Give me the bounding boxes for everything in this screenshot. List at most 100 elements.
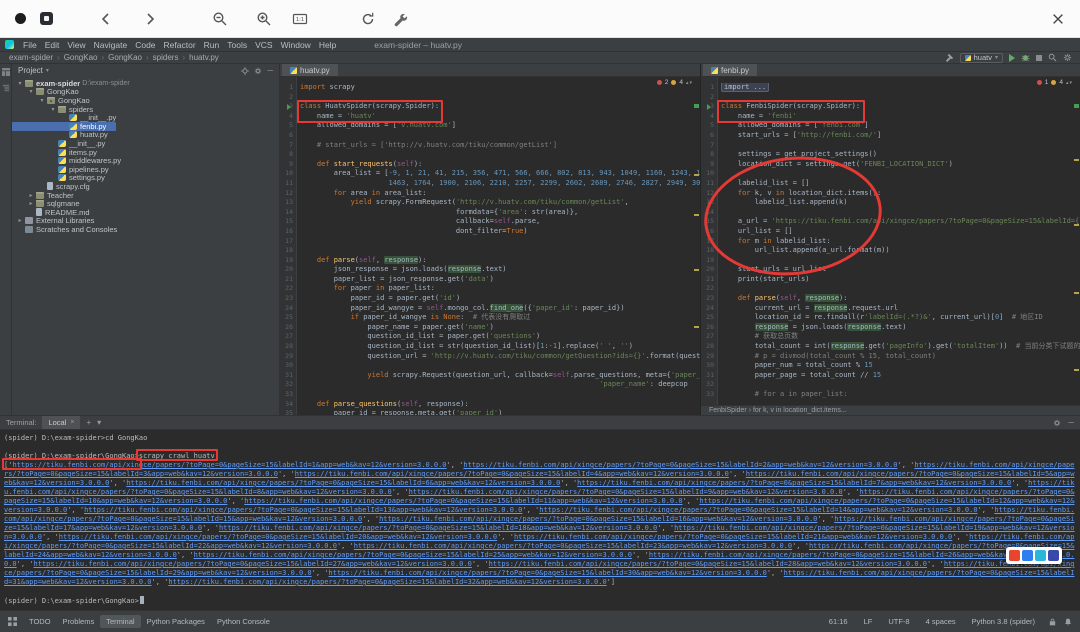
terminal-output-area[interactable]: (spider) D:\exam-spider>cd GongKao (spid… xyxy=(0,430,1080,610)
debug-bug-icon[interactable] xyxy=(1021,53,1030,62)
scroll-mark[interactable] xyxy=(1074,224,1079,226)
structure-tool-icon[interactable] xyxy=(2,84,10,92)
record-dot-icon[interactable] xyxy=(10,9,30,29)
tree-expand-icon[interactable]: ▸ xyxy=(27,200,35,207)
minimize-icon[interactable]: ─ xyxy=(1068,419,1074,427)
back-arrow-icon[interactable] xyxy=(96,9,116,29)
scroll-mark[interactable] xyxy=(1074,292,1079,294)
tree-item[interactable]: ▸sqlgmane xyxy=(12,199,90,208)
breadcrumb-item[interactable]: spiders xyxy=(152,53,180,62)
statusbar-terminal[interactable]: Terminal xyxy=(100,615,140,628)
inspection-widget-right[interactable]: 1 4 ▴▾ xyxy=(1037,79,1073,86)
stop-button[interactable] xyxy=(1036,55,1042,61)
tree-expand-icon[interactable]: ▾ xyxy=(16,80,24,87)
status-lf[interactable]: LF xyxy=(858,615,879,628)
zoom-in-icon[interactable] xyxy=(254,9,274,29)
menu-item-view[interactable]: View xyxy=(63,40,89,50)
terminal-url-link[interactable]: https://tiku.fenbi.com/api/xingce/papers… xyxy=(84,506,522,514)
scroll-mark[interactable] xyxy=(694,269,699,271)
terminal-url-link[interactable]: https://tiku.fenbi.com/api/xingce/papers… xyxy=(34,560,472,568)
terminal-url-link[interactable]: https://tiku.fenbi.com/api/xingce/papers… xyxy=(244,497,682,505)
tree-expand-icon[interactable]: ▸ xyxy=(16,217,24,224)
tree-item[interactable]: scrapy.cfg xyxy=(12,182,100,191)
terminal-session-tab[interactable]: Local × xyxy=(42,416,80,429)
run-configuration-select[interactable]: huatv ▾ xyxy=(960,53,1003,63)
tree-item[interactable]: huatv.py xyxy=(12,131,118,140)
tree-item[interactable]: README.md xyxy=(12,208,100,217)
terminal-url-link[interactable]: https://tiku.fenbi.com/api/xingce/papers… xyxy=(329,569,767,577)
chevron-icons[interactable]: ▴▾ xyxy=(1066,80,1073,86)
terminal-url-link[interactable]: https://tiku.fenbi.com/api/xingce/papers… xyxy=(126,479,560,487)
tree-item[interactable]: settings.py xyxy=(12,174,115,183)
project-panel-title[interactable]: Project xyxy=(18,66,43,75)
scroll-mark[interactable] xyxy=(694,214,699,216)
menu-item-code[interactable]: Code xyxy=(131,40,159,50)
tree-expand-icon[interactable]: ▾ xyxy=(49,106,57,113)
code-area-fenbi[interactable]: 1import ...23class FenbiSpider(scrapy.Sp… xyxy=(701,77,1080,415)
terminal-url-link[interactable]: https://tiku.fenbi.com/api/xingce/papers… xyxy=(577,479,1011,487)
tree-item[interactable]: ▾spiders xyxy=(12,105,103,114)
tree-item[interactable]: items.py xyxy=(12,148,107,157)
menu-item-refactor[interactable]: Refactor xyxy=(160,40,200,50)
app-logo-icon[interactable] xyxy=(36,9,56,29)
terminal-url-link[interactable]: https://tiku.fenbi.com/api/xingce/papers… xyxy=(219,524,657,532)
status-python-3-8-spider-[interactable]: Python 3.8 (spider) xyxy=(966,615,1041,628)
statusbar-todo[interactable]: TODO xyxy=(23,615,57,628)
menu-item-vcs[interactable]: VCS xyxy=(251,40,276,50)
code-area-huatv[interactable]: 1import scrapy23class HuatvSpider(scrapy… xyxy=(280,77,700,415)
tool-window-toggle-icon[interactable] xyxy=(8,617,17,626)
tree-item[interactable]: Scratches and Consoles xyxy=(12,225,127,234)
capture-camera-icon[interactable] xyxy=(1022,550,1033,561)
project-tool-icon[interactable] xyxy=(2,68,10,76)
capture-record-icon[interactable] xyxy=(1009,550,1020,561)
settings-gear-icon[interactable] xyxy=(1063,53,1072,62)
terminal-url-link[interactable]: https://tiku.fenbi.com/api/xingce/papers… xyxy=(489,560,927,568)
tree-expand-icon[interactable]: ▾ xyxy=(27,88,35,95)
scroll-mark[interactable] xyxy=(694,326,699,328)
tree-item[interactable]: ▾GongKao xyxy=(12,96,100,105)
tab-huatv-py[interactable]: huatv.py xyxy=(282,64,338,76)
tree-item[interactable]: middlewares.py xyxy=(12,156,131,165)
tab-fenbi-py[interactable]: fenbi.py xyxy=(703,64,757,76)
terminal-url-link[interactable]: https://tiku.fenbi.com/api/xingce/papers… xyxy=(354,542,792,550)
menu-item-run[interactable]: Run xyxy=(200,40,224,50)
notifications-bell-icon[interactable] xyxy=(1064,618,1072,626)
editor-breadcrumb-footer[interactable]: FenbiSpider › for k, v in location_dict.… xyxy=(701,405,1080,415)
tree-item[interactable]: ▸External Libraries xyxy=(12,217,104,226)
menu-item-tools[interactable]: Tools xyxy=(223,40,251,50)
new-session-icon[interactable]: + xyxy=(86,419,91,427)
tree-expand-icon[interactable]: ▾ xyxy=(38,97,46,104)
close-icon[interactable]: × xyxy=(70,419,74,426)
terminal-url-link[interactable]: https://tiku.fenbi.com/api/xingce/papers… xyxy=(379,515,817,523)
capture-share-icon[interactable] xyxy=(1048,550,1059,561)
chevron-icons[interactable]: ▴▾ xyxy=(686,80,693,86)
build-hammer-icon[interactable] xyxy=(945,53,954,62)
breadcrumb-item[interactable]: huatv.py xyxy=(188,53,220,62)
tree-expand-icon[interactable]: ▸ xyxy=(27,192,35,199)
terminal-url-link[interactable]: https://tiku.fenbi.com/api/xingce/papers… xyxy=(59,533,497,541)
menu-item-navigate[interactable]: Navigate xyxy=(90,40,132,50)
search-icon[interactable] xyxy=(1048,53,1057,62)
breadcrumb-item[interactable]: GongKao xyxy=(107,53,143,62)
close-icon[interactable] xyxy=(1048,9,1068,29)
tree-item[interactable]: __init__.py xyxy=(12,139,115,148)
statusbar-problems[interactable]: Problems xyxy=(57,615,101,628)
tree-item[interactable]: ▾GongKao xyxy=(12,88,89,97)
status-4-spaces[interactable]: 4 spaces xyxy=(920,615,962,628)
lock-icon[interactable] xyxy=(1049,618,1056,626)
inspection-widget-left[interactable]: 2 4 ▴▾ xyxy=(657,79,693,86)
chevron-down-icon[interactable]: ▾ xyxy=(97,419,101,427)
scroll-mark[interactable] xyxy=(1074,159,1079,161)
tools-wrench-icon[interactable] xyxy=(390,9,410,29)
terminal-url-link[interactable]: https://tiku.fenbi.com/api/xingce/papers… xyxy=(12,461,446,469)
menu-item-edit[interactable]: Edit xyxy=(41,40,64,50)
hide-panel-icon[interactable]: ─ xyxy=(267,66,273,75)
terminal-title[interactable]: Terminal: xyxy=(6,418,36,427)
terminal-url-link[interactable]: https://tiku.fenbi.com/api/xingce/papers… xyxy=(194,551,632,559)
statusbar-python-console[interactable]: Python Console xyxy=(211,615,276,628)
terminal-url-link[interactable]: https://tiku.fenbi.com/api/xingce/papers… xyxy=(539,506,977,514)
scroll-mark[interactable] xyxy=(694,174,699,176)
terminal-url-link[interactable]: https://tiku.fenbi.com/api/xingce/papers… xyxy=(295,470,729,478)
scroll-mark[interactable] xyxy=(1074,104,1079,108)
breadcrumb-item[interactable]: exam-spider xyxy=(8,53,54,62)
